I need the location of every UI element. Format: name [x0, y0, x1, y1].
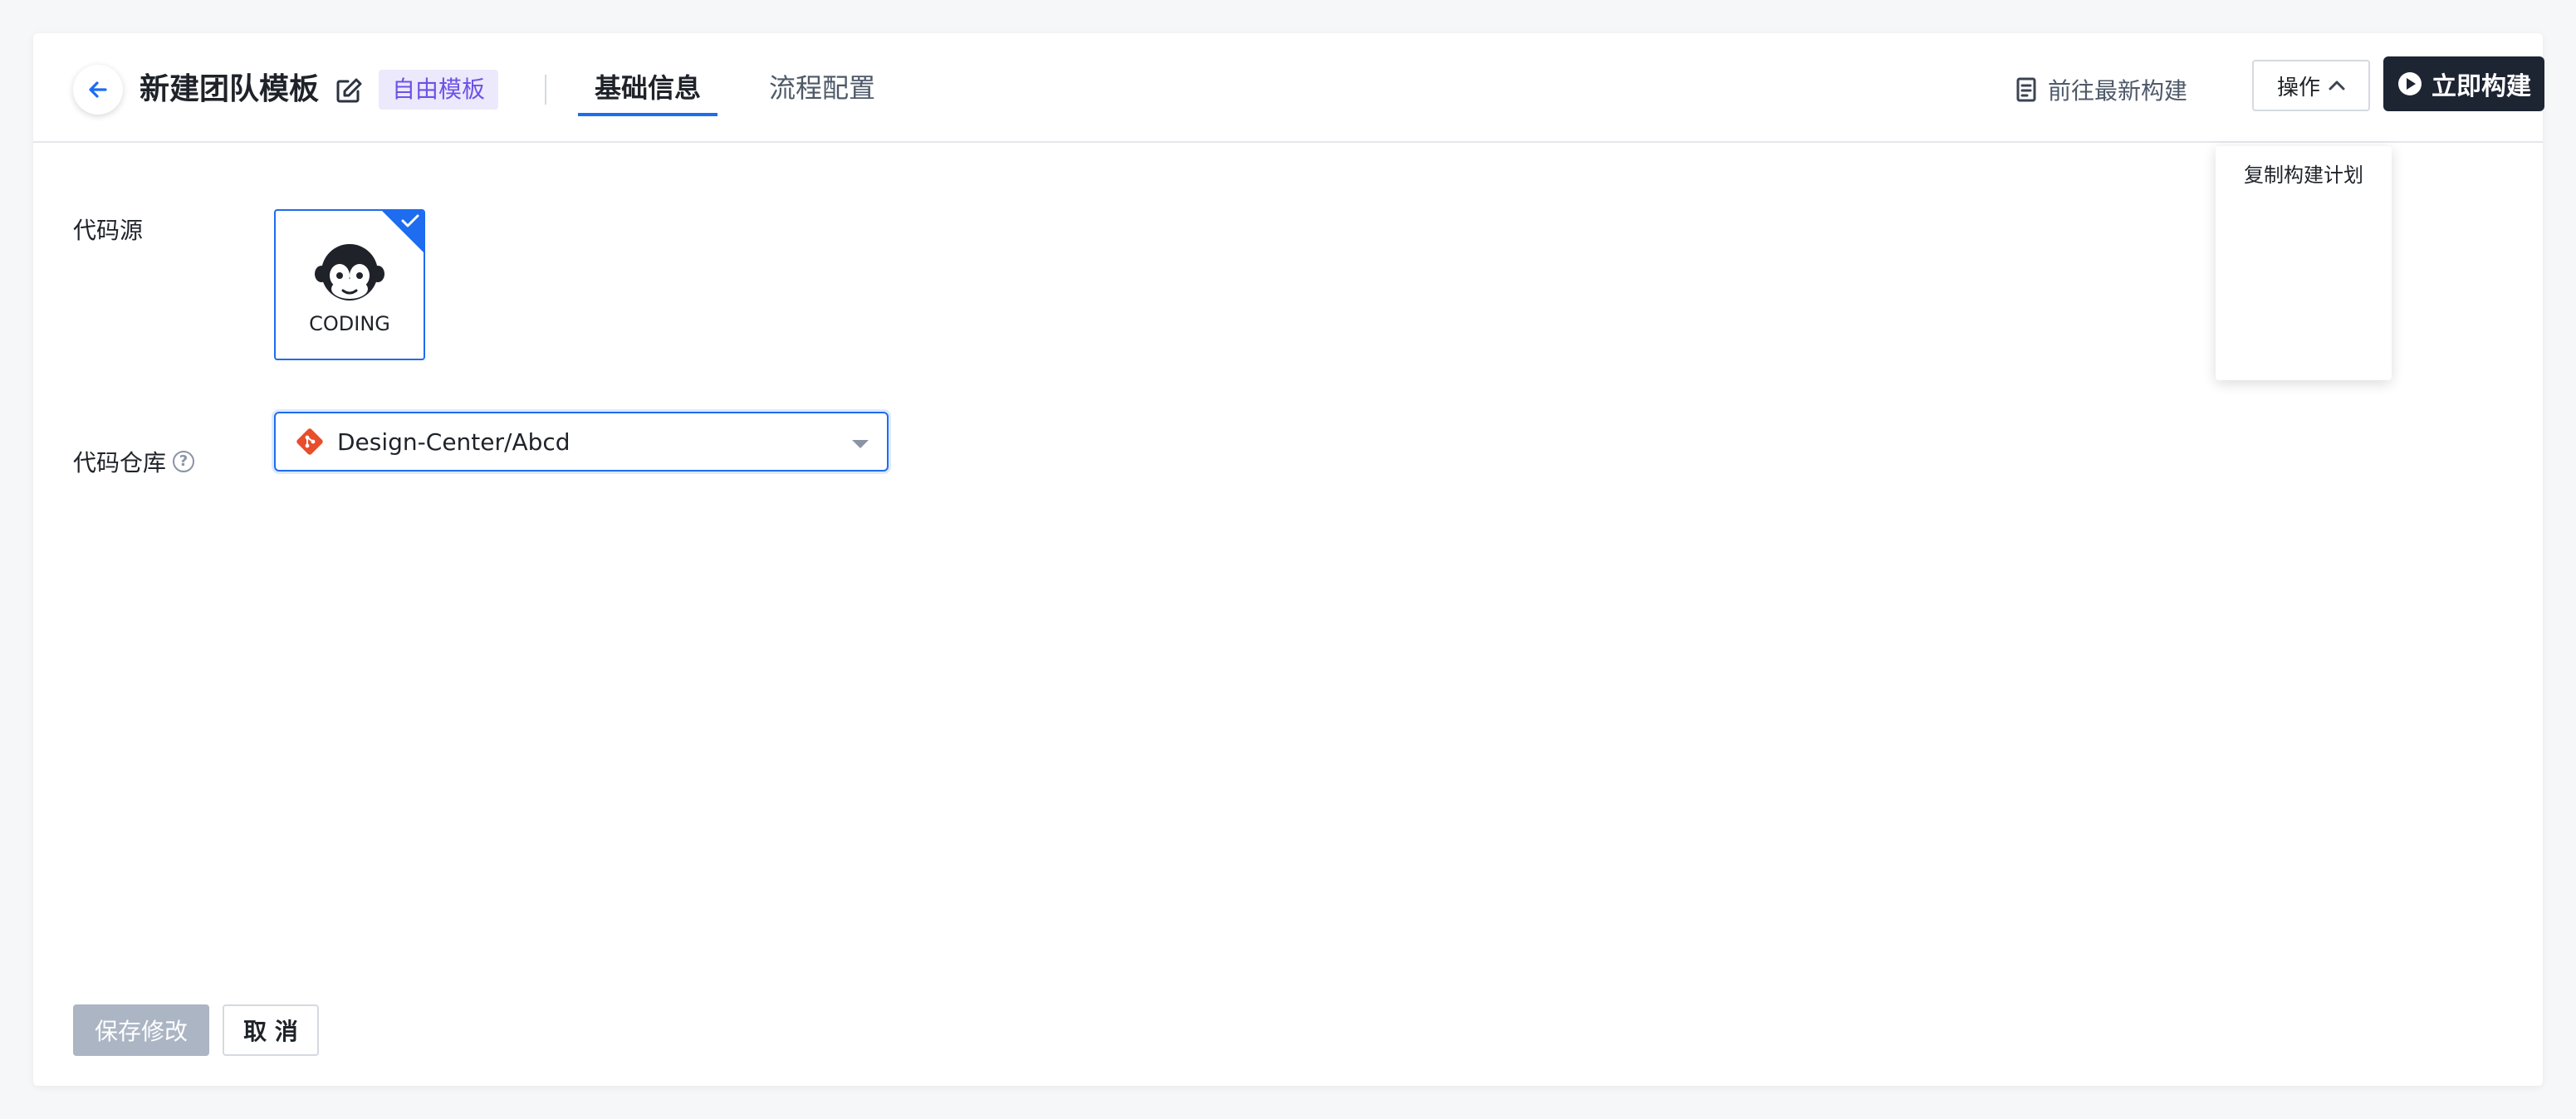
ops-dropdown-menu: 复制构建计划	[2216, 146, 2392, 380]
page-header: 新建团队模板 自由模板 基础信息 流程配置 前往最新构建 操作 立即构建	[33, 33, 2544, 143]
save-button[interactable]: 保存修改	[73, 1004, 209, 1056]
chevron-down-icon	[852, 440, 869, 448]
latest-build-link[interactable]: 前往最新构建	[2016, 66, 2187, 113]
document-icon	[2016, 77, 2036, 102]
code-repo-select[interactable]: Design-Center/Abcd	[274, 412, 889, 472]
source-option-label: CODING	[309, 312, 390, 335]
build-now-button[interactable]: 立即构建	[2383, 56, 2544, 111]
template-type-tag: 自由模板	[379, 70, 499, 110]
code-repo-value: Design-Center/Abcd	[337, 428, 571, 456]
header-divider	[545, 75, 546, 105]
chevron-up-icon	[2329, 81, 2345, 90]
back-button[interactable]	[73, 65, 123, 115]
play-circle-icon	[2398, 72, 2422, 95]
arrow-left-icon	[89, 81, 107, 98]
menu-item-copy-plan[interactable]: 复制构建计划	[2216, 146, 2392, 204]
cancel-button[interactable]: 取 消	[223, 1004, 319, 1056]
build-now-label: 立即构建	[2432, 72, 2531, 101]
git-repo-icon	[296, 428, 323, 455]
ops-dropdown-button[interactable]: 操作	[2252, 60, 2370, 111]
ops-button-label: 操作	[2276, 75, 2320, 100]
code-repo-label-text: 代码仓库	[73, 449, 167, 476]
latest-build-label: 前往最新构建	[2048, 77, 2188, 105]
build-plan-editor-card: 新建团队模板 自由模板 基础信息 流程配置 前往最新构建 操作 立即构建 复制构…	[33, 33, 2544, 1086]
code-repo-label: 代码仓库 ?	[73, 445, 195, 478]
code-source-label: 代码源	[73, 213, 143, 246]
tab-pipeline-config[interactable]: 流程配置	[769, 33, 875, 143]
page-title: 新建团队模板	[140, 72, 320, 106]
tab-bar: 基础信息 流程配置	[577, 33, 943, 143]
help-icon[interactable]: ?	[173, 451, 195, 472]
code-source-label-text: 代码源	[73, 217, 144, 244]
source-option-coding[interactable]: CODING	[274, 209, 425, 360]
check-icon	[401, 214, 419, 227]
tab-basic-info[interactable]: 基础信息	[577, 33, 718, 143]
edit-icon[interactable]	[334, 76, 364, 106]
